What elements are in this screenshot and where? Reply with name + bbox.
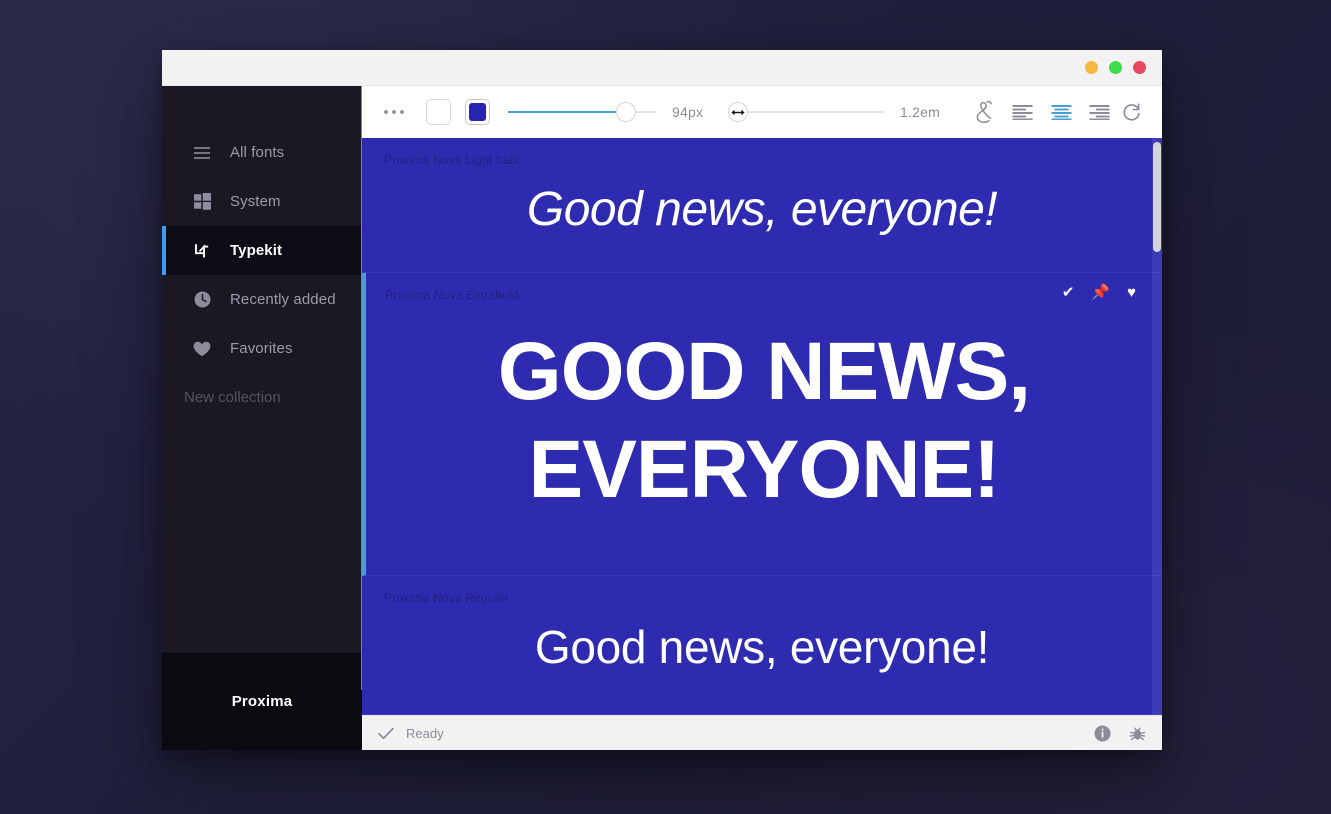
font-name-label: Proxima Nova Regular	[384, 591, 509, 605]
color-swatch-white[interactable]	[426, 99, 451, 125]
sidebar: All fonts System Typekit Recently added …	[162, 86, 362, 750]
ampersand-icon[interactable]	[968, 95, 1000, 129]
status-bar: Ready	[362, 715, 1162, 750]
font-preview-card[interactable]: Proxima Nova Regular Good news, everyone…	[362, 576, 1162, 715]
font-preview-card[interactable]: Proxima Nova Light Italic Good news, eve…	[362, 138, 1162, 273]
heart-icon	[192, 339, 212, 359]
sidebar-item-label: Recently added	[230, 291, 336, 308]
heart-icon[interactable]: ♥	[1127, 285, 1136, 300]
sidebar-item-system[interactable]: System	[162, 177, 362, 226]
check-icon	[378, 727, 394, 740]
status-bar-actions	[1094, 725, 1146, 742]
sidebar-item-typekit[interactable]: Typekit	[162, 226, 362, 275]
hamburger-icon	[192, 143, 212, 163]
sidebar-item-favorites[interactable]: Favorites	[162, 324, 362, 373]
maximize-button[interactable]	[1109, 61, 1122, 74]
font-name-label: Proxima Nova Light Italic	[384, 153, 522, 167]
sidebar-item-label: Typekit	[230, 242, 283, 259]
sidebar-nav: All fonts System Typekit Recently added …	[162, 86, 362, 652]
color-swatch-blue[interactable]	[464, 99, 491, 125]
toolbar: 94px 1.2em	[362, 86, 1162, 138]
new-collection-button[interactable]: New collection	[162, 373, 362, 422]
font-sample-text[interactable]: Good news, everyone!	[366, 323, 1162, 520]
preview-scrollbar-thumb[interactable]	[1153, 142, 1161, 252]
sidebar-item-all-fonts[interactable]: All fonts	[162, 128, 362, 177]
main-panel: 94px 1.2em Proxima Nova Light Italic Goo…	[362, 86, 1162, 750]
sidebar-item-label: System	[230, 193, 281, 210]
card-actions: ✔ 📌 ♥	[1062, 285, 1136, 300]
sidebar-item-label: All fonts	[230, 144, 285, 161]
align-right-icon[interactable]	[1083, 95, 1115, 129]
line-height-slider[interactable]	[728, 99, 885, 125]
typekit-icon	[192, 241, 212, 261]
window-controls	[1085, 61, 1146, 74]
sidebar-item-recently-added[interactable]: Recently added	[162, 275, 362, 324]
font-preview-card-selected[interactable]: Proxima Nova Extrabold ✔ 📌 ♥ Good news, …	[362, 273, 1162, 576]
new-collection-label: New collection	[184, 389, 281, 406]
clock-icon	[192, 290, 212, 310]
align-center-icon[interactable]	[1045, 95, 1077, 129]
font-size-slider[interactable]	[508, 99, 657, 125]
font-name-label: Proxima Nova Extrabold	[385, 288, 519, 302]
title-bar	[162, 50, 1162, 86]
align-left-icon[interactable]	[1006, 95, 1038, 129]
pin-icon[interactable]: 📌	[1091, 285, 1110, 300]
minimize-button[interactable]	[1085, 61, 1098, 74]
reset-icon[interactable]	[1116, 95, 1148, 129]
windows-icon	[192, 192, 212, 212]
font-sample-text[interactable]: Good news, everyone!	[362, 620, 1162, 674]
line-height-value: 1.2em	[900, 104, 940, 120]
status-message: Ready	[406, 725, 444, 741]
font-sample-text[interactable]: Good news, everyone!	[362, 182, 1162, 237]
selected-font-family-label: Proxima	[231, 693, 293, 710]
check-icon[interactable]: ✔	[1062, 285, 1075, 300]
info-icon[interactable]	[1094, 725, 1111, 742]
font-size-slider-thumb[interactable]	[616, 102, 637, 122]
application-window: All fonts System Typekit Recently added …	[162, 50, 1162, 750]
font-preview-list: Proxima Nova Light Italic Good news, eve…	[362, 138, 1162, 715]
line-height-slider-thumb[interactable]	[728, 102, 749, 122]
sidebar-footer: Proxima	[162, 652, 362, 750]
sidebar-item-label: Favorites	[230, 340, 293, 357]
ellipsis-icon[interactable]	[376, 104, 412, 120]
preview-scrollbar[interactable]	[1152, 138, 1162, 715]
bug-icon[interactable]	[1129, 725, 1146, 742]
close-button[interactable]	[1133, 61, 1146, 74]
font-size-value: 94px	[672, 104, 704, 120]
